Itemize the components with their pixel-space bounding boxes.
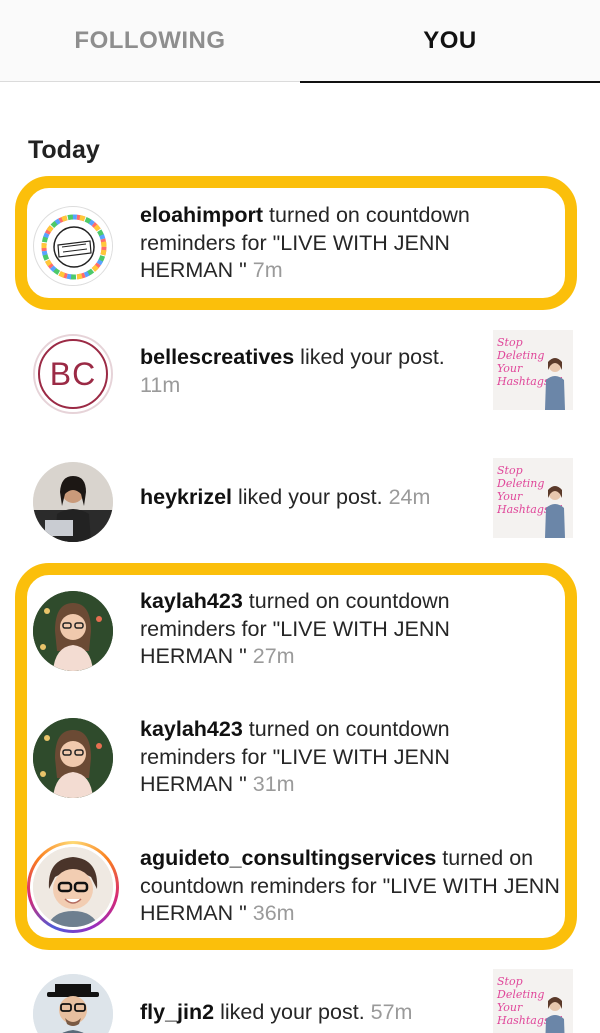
username-link[interactable]: eloahimport [140,203,263,227]
notification-time: 11m [140,372,181,397]
username-link[interactable]: kaylah423 [140,589,243,613]
person-photo-icon [33,462,113,542]
post-thumbnail[interactable]: Stop Deleting Your Hashtags!!! [493,969,573,1033]
aguideto-consultingservices-avatar[interactable] [33,847,113,927]
kaylah423-avatar[interactable] [33,718,113,798]
tab-you[interactable]: YOU [300,0,600,83]
activity-tabs: FOLLOWING YOU [0,0,600,83]
eloahimport-avatar[interactable] [33,206,113,286]
person-figure-icon [545,486,565,538]
notification-action: liked your post. [294,345,445,369]
notification-action: liked your post. [232,485,383,509]
tab-following[interactable]: FOLLOWING [0,0,300,82]
notification-row[interactable]: aguideto_consultingservices turned on co… [0,841,600,933]
fly-jin2-avatar[interactable] [33,974,113,1033]
post-thumbnail[interactable]: Stop Deleting Your Hashtags!!! [493,458,573,538]
notification-time: 57m [364,1000,413,1024]
notification-row[interactable]: heykrizel liked your post. 24m Stop Dele… [0,458,600,550]
username-link[interactable]: fly_jin2 [140,1000,214,1024]
person-figure-icon [545,997,565,1033]
eloahimport-logo-icon [36,209,112,285]
bellescreatives-avatar[interactable]: BC [33,334,113,414]
notification-action: liked your post. [214,1000,365,1024]
notification-text: fly_jin2 liked your post. 57m [140,999,480,1027]
notification-text: kaylah423 turned on countdown reminders … [140,588,540,671]
notification-time: 7m [246,258,283,282]
person-photo-icon [33,974,113,1033]
person-photo-icon [33,718,113,798]
notification-row[interactable]: eloahimport turned on countdown reminder… [0,200,600,290]
notification-row[interactable]: BC bellescreatives liked your post. 11m … [0,330,600,423]
bc-monogram: BC [38,339,108,409]
notification-row[interactable]: fly_jin2 liked your post. 57m Stop Delet… [0,969,600,1033]
notification-text: eloahimport turned on countdown reminder… [140,202,540,285]
notification-text: bellescreatives liked your post. 11m [140,344,480,399]
username-link[interactable]: bellescreatives [140,345,294,369]
notification-time: 36m [246,901,295,925]
notification-time: 27m [246,644,295,668]
username-link[interactable]: kaylah423 [140,717,243,741]
notification-text: heykrizel liked your post. 24m [140,484,480,512]
notification-text: aguideto_consultingservices turned on co… [140,845,560,928]
notification-row[interactable]: kaylah423 turned on countdown reminders … [0,716,600,806]
heykrizel-avatar[interactable] [33,462,113,542]
notification-time: 24m [382,485,431,509]
person-photo-icon [33,591,113,671]
section-header-today: Today [28,136,100,164]
notification-text: kaylah423 turned on countdown reminders … [140,716,540,799]
person-photo-icon [33,847,113,927]
kaylah423-avatar[interactable] [33,591,113,671]
post-thumbnail[interactable]: Stop Deleting Your Hashtags!!! [493,330,573,410]
person-figure-icon [545,358,565,410]
username-link[interactable]: heykrizel [140,485,232,509]
username-link[interactable]: aguideto_consultingservices [140,846,436,870]
notification-time: 31m [246,772,295,796]
notification-row[interactable]: kaylah423 turned on countdown reminders … [0,588,600,678]
